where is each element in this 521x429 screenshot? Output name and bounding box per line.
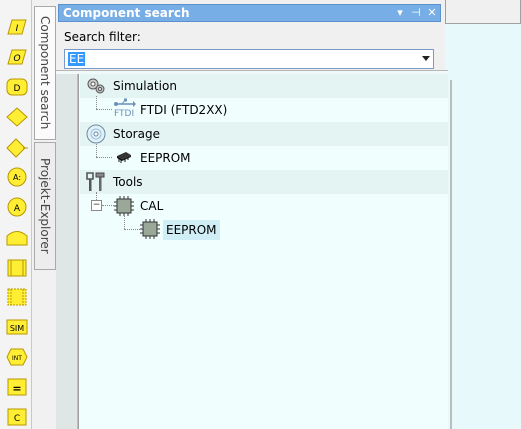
tree-node-label: Storage: [113, 127, 160, 141]
svg-text:O: O: [13, 54, 20, 64]
search-filter-combobox[interactable]: EE: [64, 49, 434, 69]
toolbar-label-c: C: [14, 414, 20, 424]
loop-block-icon[interactable]: [6, 226, 28, 248]
tree-category-storage[interactable]: Storage: [80, 122, 448, 146]
panel-title-bar: Component search ▾ ⊣ ✕: [58, 4, 441, 22]
ftdi-icon-caption: FTDI: [114, 109, 135, 119]
switch-block-icon[interactable]: [6, 137, 28, 159]
tree-category-simulation[interactable]: Simulation: [80, 74, 448, 98]
search-filter-value[interactable]: EE: [68, 52, 86, 66]
tools-icon: [86, 172, 108, 195]
chip-frame-icon: [140, 219, 160, 242]
output-block-icon[interactable]: O: [6, 46, 28, 68]
toolbar-label-int: INT: [12, 355, 22, 362]
side-tab-strip: Component search Projekt-Explorer: [32, 0, 56, 429]
pin-icon[interactable]: ⊣: [408, 5, 424, 21]
tree-item-ftdi[interactable]: FTDI FTDI (FTD2XX): [80, 98, 448, 122]
adjacent-pane: [445, 0, 521, 429]
panel-title: Component search: [63, 6, 190, 20]
tab-project-explorer-label: Projekt-Explorer: [38, 158, 52, 254]
toolbar-label-a: A: [14, 204, 21, 214]
code-block-icon[interactable]: C: [6, 406, 28, 428]
tab-component-search[interactable]: Component search: [34, 6, 56, 140]
calculation-block-icon[interactable]: =: [6, 376, 28, 398]
tree-connector: [102, 205, 114, 206]
tree-node-label: Simulation: [113, 79, 177, 93]
svg-text:I: I: [16, 24, 19, 34]
gears-icon: [86, 77, 106, 98]
component-macro-icon[interactable]: [6, 286, 28, 308]
interrupt-block-icon[interactable]: INT: [6, 346, 28, 368]
tree-item-eeprom-storage[interactable]: EEPROM: [80, 146, 448, 170]
search-filter-label: Search filter:: [64, 30, 141, 44]
chip-icon: [116, 151, 132, 166]
toolbar-label-sim: SIM: [10, 324, 24, 333]
tree-node-label-selected: EEPROM: [163, 220, 220, 240]
decision-block-icon[interactable]: [6, 106, 28, 128]
tree-node-label: FTDI (FTD2XX): [140, 103, 228, 117]
simulation-block-icon[interactable]: SIM: [6, 316, 28, 338]
collapse-toggle-icon[interactable]: −: [91, 200, 102, 211]
toolbar-label-equals: =: [12, 382, 21, 395]
tab-component-search-label: Component search: [38, 16, 52, 130]
adjacent-pane-header: [445, 0, 521, 24]
close-icon[interactable]: ✕: [424, 5, 440, 21]
tab-project-explorer[interactable]: Projekt-Explorer: [34, 142, 56, 270]
tree-item-eeprom-tools[interactable]: EEPROM: [80, 218, 448, 242]
connection-block-icon[interactable]: A:: [6, 166, 28, 188]
toolbar-label-d: D: [14, 84, 21, 94]
tree-node-label: EEPROM: [140, 151, 191, 165]
results-gutter: [56, 74, 78, 429]
flowchart-toolbar: I O D A: A SIM INT = C: [0, 0, 32, 429]
input-block-icon[interactable]: I: [6, 16, 28, 38]
tree-item-cal[interactable]: − CAL: [80, 194, 448, 218]
macro-block-icon[interactable]: [6, 257, 28, 279]
tree-node-label: Tools: [113, 175, 143, 189]
dropdown-arrow-icon[interactable]: ▾: [392, 5, 408, 21]
connection-point-icon[interactable]: A: [6, 196, 28, 218]
tree-node-label: CAL: [140, 199, 164, 213]
combo-dropdown-icon[interactable]: [422, 56, 430, 61]
delay-block-icon[interactable]: D: [6, 76, 28, 98]
results-scroll-edge: [450, 80, 452, 429]
tree-category-tools[interactable]: Tools: [80, 170, 448, 194]
toolbar-label-a-colon: A:: [13, 173, 21, 182]
